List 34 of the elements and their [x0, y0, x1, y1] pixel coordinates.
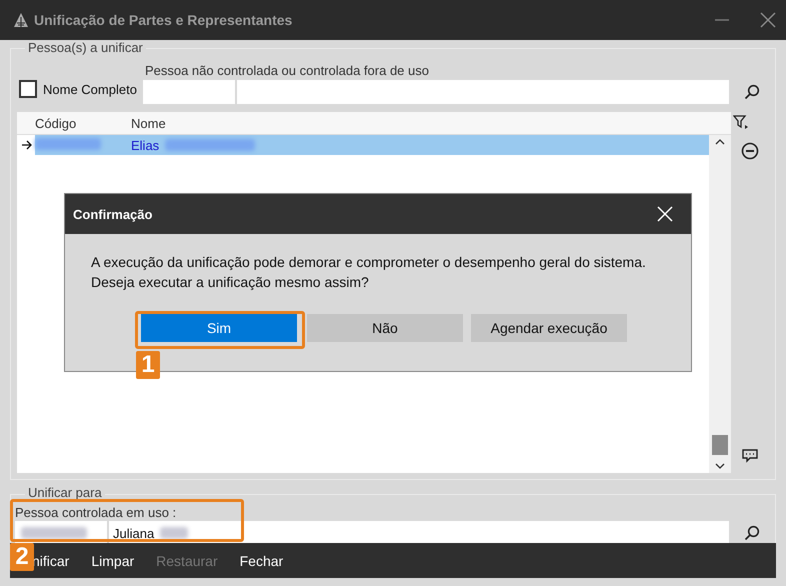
blurred-code	[35, 138, 101, 150]
dialog-button[interactable]: Não	[307, 314, 463, 342]
logo-icon	[14, 13, 28, 27]
dialog-message: A execução da unificação pode demorar e comprometer o desempenho geral do sistema.	[91, 253, 647, 272]
row-pointer-icon	[21, 140, 33, 150]
comment-icon[interactable]	[742, 449, 758, 463]
field-label: Pessoa controlada em uso :	[15, 505, 178, 520]
remove-icon[interactable]	[741, 142, 759, 160]
group-title: Pessoa(s) a unificar	[25, 40, 146, 55]
dialog-button[interactable]: Sim	[141, 314, 297, 342]
step-badge: 2	[10, 543, 34, 571]
scrollbar[interactable]	[709, 135, 731, 473]
toolbar-button[interactable]: Fechar	[240, 552, 284, 568]
search-icon[interactable]	[744, 84, 760, 100]
table-row[interactable]: Elias	[35, 135, 709, 155]
dialog-title: Confirmação	[73, 206, 152, 222]
dialog-button[interactable]: Agendar execução	[471, 314, 627, 342]
column-header[interactable]: Código	[17, 116, 131, 130]
table-cell: Elias	[131, 138, 160, 152]
checkbox[interactable]	[19, 80, 37, 98]
blurred-code	[21, 527, 87, 539]
field-label: Pessoa não controlada ou controlada fora de uso	[144, 63, 430, 78]
code-field[interactable]	[142, 80, 235, 104]
dialog-message: Deseja executar a unificação mesmo assim?	[91, 273, 370, 292]
checkbox-label: Nome Completo	[43, 82, 137, 96]
group-title: Unificar para	[25, 485, 105, 500]
column-header[interactable]: Nome	[131, 116, 166, 130]
filter-icon[interactable]	[733, 114, 749, 130]
scroll-thumb[interactable]	[712, 435, 728, 455]
name-field[interactable]	[236, 80, 729, 104]
toolbar-button[interactable]: Limpar	[91, 552, 134, 568]
search-icon[interactable]	[744, 525, 760, 541]
step-badge: 1	[136, 351, 160, 379]
window-title: Unificação de Partes e Representantes	[34, 12, 294, 28]
